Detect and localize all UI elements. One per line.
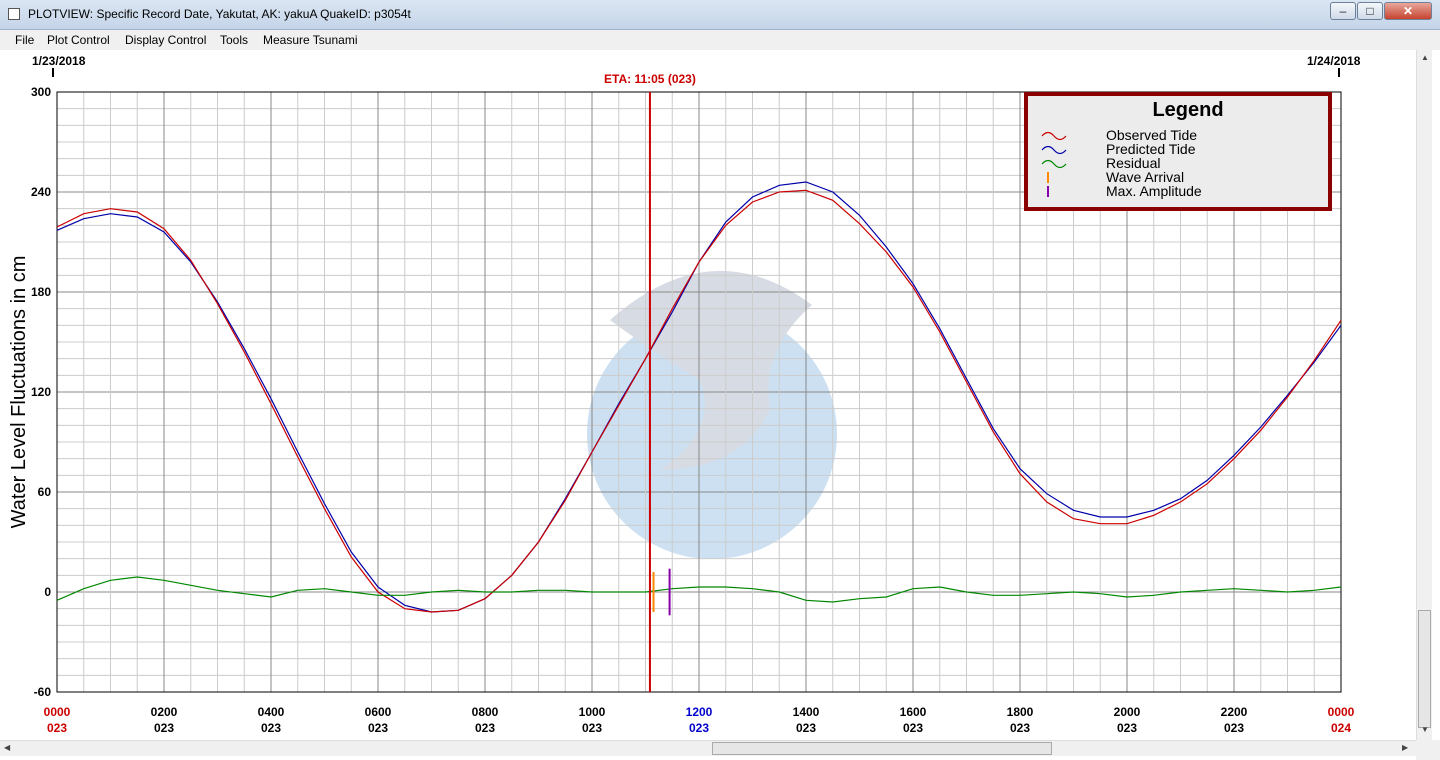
x-tick-day: 023	[903, 721, 923, 735]
y-tick-label: 180	[31, 285, 51, 299]
date-end-label: 1/24/2018	[1307, 54, 1361, 68]
window-titlebar: PLOTVIEW: Specific Record Date, Yakutat,…	[0, 0, 1440, 30]
menu-plot-control[interactable]: Plot Control	[47, 33, 110, 47]
y-axis: -60 0 60 120 180 240 300	[31, 85, 51, 699]
x-tick-day: 023	[796, 721, 816, 735]
x-tick-day: 023	[1117, 721, 1137, 735]
vertical-scroll-thumb[interactable]	[1418, 610, 1431, 728]
y-tick-label: -60	[34, 685, 52, 699]
y-tick-label: 120	[31, 385, 51, 399]
x-tick-time: 2200	[1221, 705, 1248, 719]
scrollbar-corner	[1416, 740, 1440, 760]
menu-bar: File Plot Control Display Control Tools …	[0, 30, 1440, 50]
x-tick-time: 1400	[793, 705, 820, 719]
noaa-watermark	[587, 270, 837, 559]
x-tick-day: 023	[689, 721, 709, 735]
x-tick-time: 0600	[365, 705, 392, 719]
scroll-right-icon[interactable]: ▶	[1402, 743, 1408, 752]
horizontal-scroll-thumb[interactable]	[712, 742, 1052, 755]
legend: Legend Observed TidePredicted TideResidu…	[1024, 92, 1332, 211]
scroll-down-icon[interactable]: ▼	[1421, 725, 1429, 734]
x-tick-day: 023	[1010, 721, 1030, 735]
x-tick-day: 023	[1224, 721, 1244, 735]
x-tick-day: 023	[261, 721, 281, 735]
close-button[interactable]: ✕	[1384, 2, 1432, 20]
menu-display-control[interactable]: Display Control	[125, 33, 206, 47]
y-tick-label: 0	[44, 585, 51, 599]
x-tick-time: 1600	[900, 705, 927, 719]
window-title: PLOTVIEW: Specific Record Date, Yakutat,…	[28, 7, 411, 21]
menu-measure-tsunami[interactable]: Measure Tsunami	[263, 33, 358, 47]
x-tick-time: 0000	[1328, 705, 1355, 719]
menu-tools[interactable]: Tools	[220, 33, 248, 47]
x-tick-day: 023	[582, 721, 602, 735]
y-axis-label: Water Level Fluctuations in cm	[8, 256, 30, 529]
maximize-button[interactable]: □	[1357, 2, 1383, 20]
y-tick-label: 60	[38, 485, 52, 499]
date-start-label: 1/23/2018	[32, 54, 86, 68]
menu-file[interactable]: File	[15, 33, 34, 47]
x-tick-time: 1200	[686, 705, 713, 719]
scroll-up-icon[interactable]: ▲	[1421, 53, 1429, 62]
x-tick-day: 023	[368, 721, 388, 735]
legend-entry-label: Max. Amplitude	[1106, 183, 1202, 199]
vertical-scrollbar[interactable]: ▲ ▼	[1416, 50, 1432, 740]
scroll-left-icon[interactable]: ◀	[4, 743, 10, 752]
x-tick-time: 1800	[1007, 705, 1034, 719]
x-tick-day: 024	[1331, 721, 1351, 735]
x-axis: 0000 023 0200 023 0400 023 0600 023 0800 023 1000 0…	[44, 705, 1355, 735]
minimize-button[interactable]: –	[1330, 2, 1356, 20]
eta-label: ETA: 11:05 (023)	[604, 72, 696, 86]
x-tick-time: 0000	[44, 705, 71, 719]
x-tick-time: 0800	[472, 705, 499, 719]
x-tick-time: 0200	[151, 705, 178, 719]
x-tick-time: 1000	[579, 705, 606, 719]
app-icon	[8, 8, 20, 20]
x-tick-day: 023	[154, 721, 174, 735]
y-tick-label: 300	[31, 85, 51, 99]
x-tick-day: 023	[475, 721, 495, 735]
horizontal-scrollbar[interactable]: ◀ ▶	[0, 740, 1416, 756]
legend-title: Legend	[1152, 99, 1223, 121]
x-tick-time: 2000	[1114, 705, 1141, 719]
x-tick-day: 023	[47, 721, 67, 735]
x-tick-time: 0400	[258, 705, 285, 719]
y-tick-label: 240	[31, 185, 51, 199]
tide-chart: 1/23/2018 1/24/2018 -60 0 60 120 180 240 300 0…	[8, 54, 1361, 735]
